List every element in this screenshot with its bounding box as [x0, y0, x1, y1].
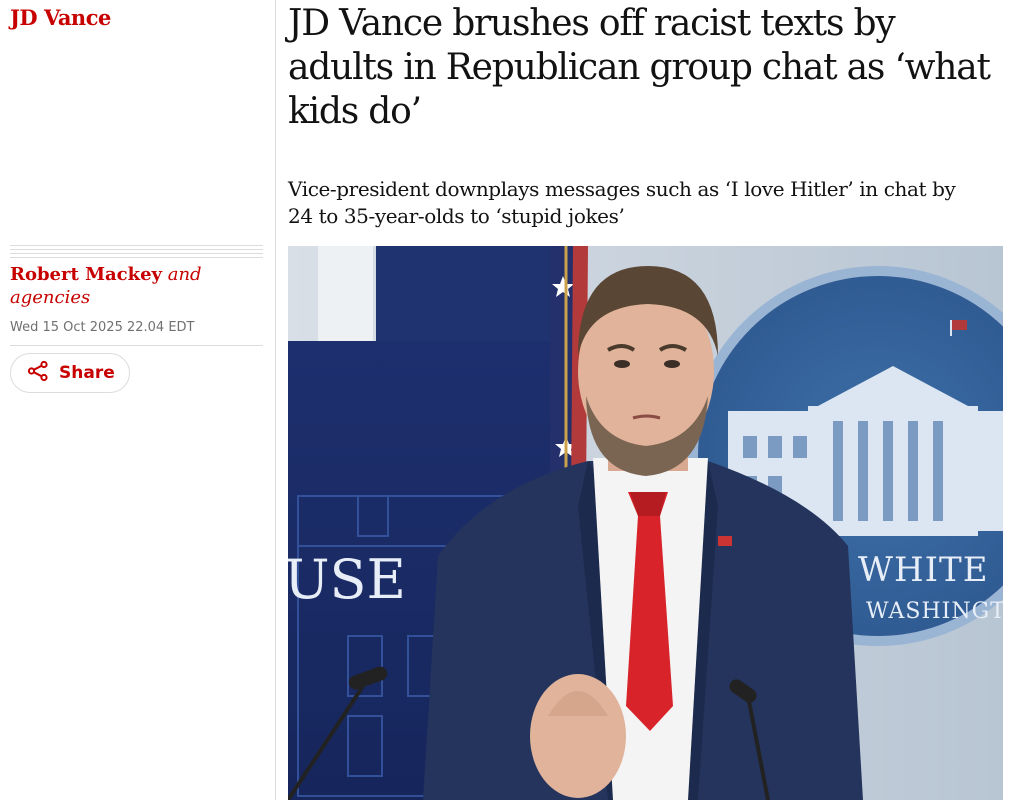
share-label: Share [59, 363, 115, 383]
author-link[interactable]: Robert Mackey [10, 264, 162, 285]
article-standfirst: Vice-president downplays messages such a… [288, 177, 956, 228]
share-icon [27, 360, 49, 386]
publish-date: Wed 15 Oct 2025 22.04 EDT [10, 320, 195, 335]
byline: Robert Mackey and agencies [10, 263, 260, 309]
article-main-photo: USE WHITE WASHINGT [288, 246, 1003, 800]
section-kicker[interactable]: JD Vance [10, 5, 111, 30]
column-divider [275, 0, 276, 800]
meta-divider [10, 345, 263, 346]
meta-divider-lines [10, 245, 263, 261]
article-headline: JD Vance brushes off racist texts by adu… [288, 3, 991, 132]
share-button[interactable]: Share [10, 353, 130, 393]
seal-text-washington: WASHINGT [866, 599, 1003, 624]
sign-text-left: USE [288, 548, 406, 611]
seal-text-white: WHITE [858, 550, 989, 590]
